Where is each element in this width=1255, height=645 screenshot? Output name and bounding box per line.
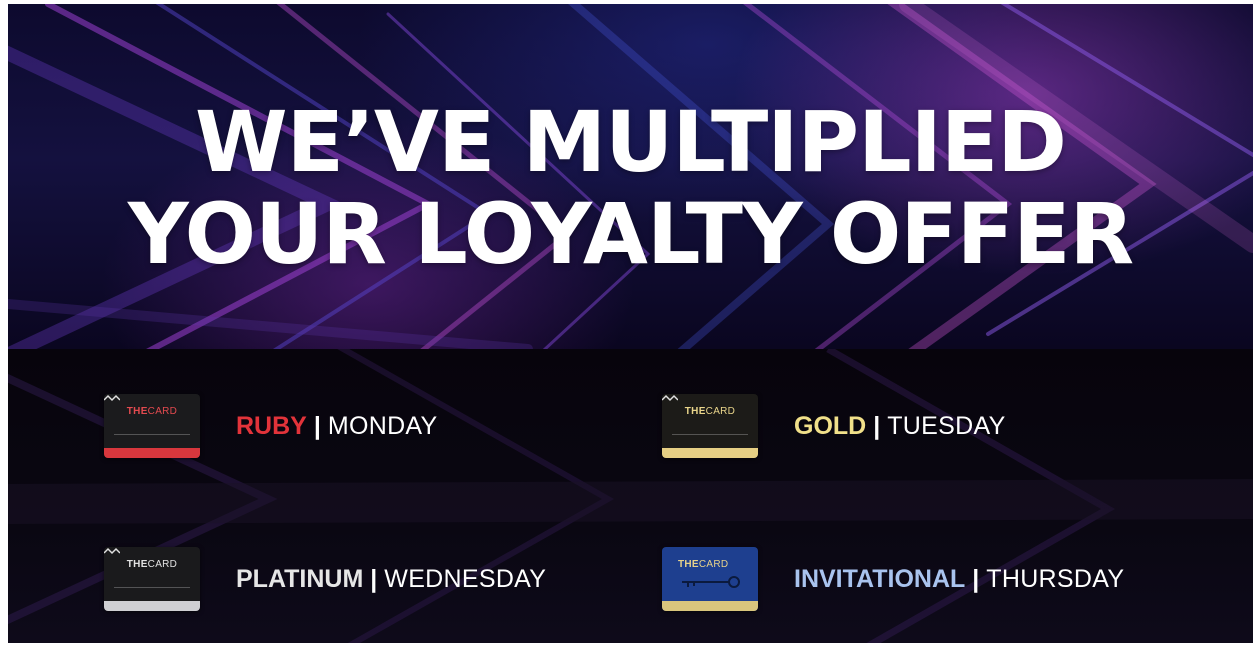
tiers-section: THECARD RUBY | MONDAY THECARD GOLD | TUE…	[8, 349, 1253, 643]
platinum-card-image: THECARD	[104, 547, 200, 611]
gold-card-image: THECARD	[662, 394, 758, 458]
tier-name: INVITATIONAL	[794, 564, 966, 593]
key-icon	[682, 576, 740, 588]
tier-label: RUBY | MONDAY	[236, 412, 438, 441]
tier-label: INVITATIONAL | THURSDAY	[794, 565, 1124, 594]
card-brand: THECARD	[662, 406, 758, 417]
card-stripe	[662, 601, 758, 611]
tier-invitational: THECARD INVITATIONAL | THURSDAY	[662, 546, 1124, 612]
promo-banner: WE’VE MULTIPLIED YOUR LOYALTY OFFER THEC…	[8, 4, 1253, 643]
tier-day: WEDNESDAY	[384, 564, 547, 593]
card-stripe	[662, 448, 758, 458]
card-brand-rest: CARD	[705, 406, 736, 417]
tier-gold: THECARD GOLD | TUESDAY	[662, 393, 1006, 459]
tier-label: GOLD | TUESDAY	[794, 412, 1006, 441]
card-stripe	[104, 601, 200, 611]
tier-separator: |	[873, 411, 881, 440]
card-brand-rest: CARD	[147, 406, 178, 417]
card-brand: THECARD	[678, 559, 758, 570]
tier-separator: |	[370, 564, 378, 593]
headline: WE’VE MULTIPLIED YOUR LOYALTY OFFER	[8, 96, 1253, 280]
tier-day: MONDAY	[327, 411, 438, 440]
wave-logo-icon	[662, 394, 678, 402]
card-brand-bold: THE	[126, 559, 148, 570]
card-brand-bold: THE	[678, 559, 699, 570]
card-brand-rest: CARD	[698, 559, 729, 570]
tier-day: THURSDAY	[986, 564, 1125, 593]
tier-ruby: THECARD RUBY | MONDAY	[104, 393, 438, 459]
card-brand-bold: THE	[126, 406, 148, 417]
card-line	[114, 434, 190, 435]
invitational-card-image: THECARD	[662, 547, 758, 611]
tier-name: PLATINUM	[236, 564, 364, 593]
tier-day: TUESDAY	[887, 411, 1006, 440]
tier-platinum: THECARD PLATINUM | WEDNESDAY	[104, 546, 546, 612]
card-brand: THECARD	[104, 406, 200, 417]
card-brand-rest: CARD	[147, 559, 178, 570]
tier-separator: |	[313, 411, 321, 440]
tier-label: PLATINUM | WEDNESDAY	[236, 565, 546, 594]
tier-name: GOLD	[794, 411, 867, 440]
headline-line-1: WE’VE MULTIPLIED	[194, 93, 1067, 191]
card-brand-bold: THE	[684, 406, 706, 417]
card-line	[114, 587, 190, 588]
card-stripe	[104, 448, 200, 458]
wave-logo-icon	[104, 547, 120, 555]
ruby-card-image: THECARD	[104, 394, 200, 458]
headline-line-2: YOUR LOYALTY OFFER	[127, 185, 1134, 283]
card-brand: THECARD	[104, 559, 200, 570]
tier-name: RUBY	[236, 411, 307, 440]
hero-section: WE’VE MULTIPLIED YOUR LOYALTY OFFER	[8, 4, 1253, 349]
card-line	[672, 434, 748, 435]
wave-logo-icon	[104, 394, 120, 402]
tier-separator: |	[972, 564, 980, 593]
